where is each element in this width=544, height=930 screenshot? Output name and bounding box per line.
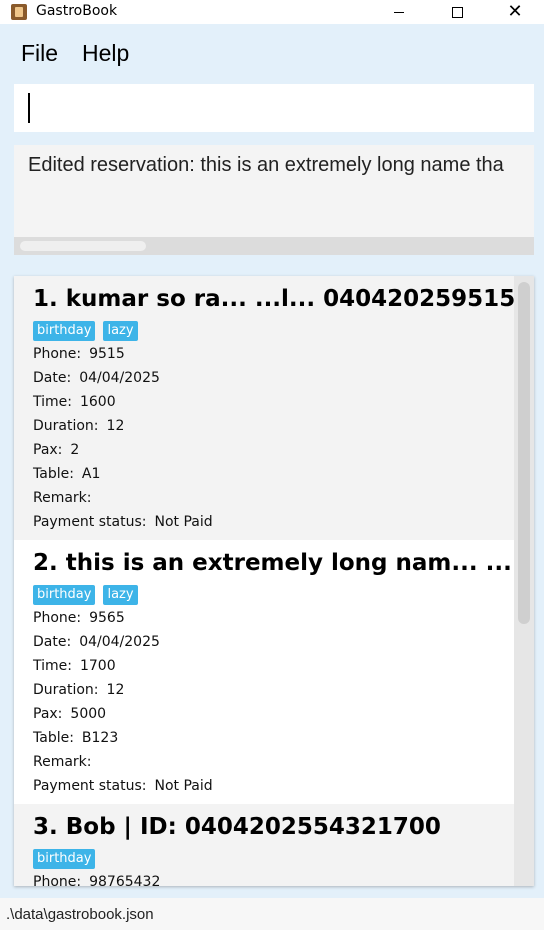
phone-field: Phone: 9565 — [33, 610, 125, 626]
pax-label: Pax: — [33, 442, 63, 458]
date-value: 04/04/2025 — [79, 370, 160, 386]
tag: birthday — [33, 585, 96, 605]
data-file-path: .\data\gastrobook.json — [6, 906, 154, 923]
title-bar: GastroBook ✕ — [0, 0, 544, 24]
close-icon: ✕ — [507, 1, 523, 22]
result-horizontal-scrollbar[interactable] — [14, 237, 534, 255]
phone-value: 9565 — [89, 610, 125, 626]
minimize-icon — [394, 11, 404, 13]
menu-file[interactable]: File — [21, 40, 58, 67]
phone-label: Phone: — [33, 874, 82, 886]
remark-label: Remark: — [33, 490, 92, 506]
list-vertical-scrollbar[interactable] — [514, 276, 534, 886]
duration-label: Duration: — [33, 418, 99, 434]
phone-label: Phone: — [33, 346, 82, 362]
reservation-card[interactable]: 1. kumar so ra... ...l... 0404202595151.… — [14, 276, 514, 540]
minimize-button[interactable] — [370, 0, 428, 24]
maximize-icon — [451, 6, 463, 18]
duration-value: 12 — [106, 418, 125, 434]
maximize-button[interactable] — [428, 0, 486, 24]
date-value: 04/04/2025 — [79, 634, 160, 650]
payment-status-label: Payment status: — [33, 514, 147, 530]
time-label: Time: — [33, 394, 72, 410]
payment-status-field: Payment status: Not Paid — [33, 514, 213, 530]
table-field: Table: A1 — [33, 466, 100, 482]
window-title: GastroBook — [36, 3, 118, 19]
date-field: Date: 04/04/2025 — [33, 634, 160, 650]
app-icon — [11, 4, 27, 20]
duration-value: 12 — [106, 682, 125, 698]
table-label: Table: — [33, 466, 74, 482]
date-field: Date: 04/04/2025 — [33, 370, 160, 386]
command-input[interactable] — [14, 84, 534, 132]
remark-field: Remark: — [33, 490, 100, 506]
time-field: Time: 1700 — [33, 658, 116, 674]
menu-help[interactable]: Help — [82, 40, 129, 67]
phone-field: Phone: 9515 — [33, 346, 125, 362]
table-field: Table: B123 — [33, 730, 118, 746]
date-label: Date: — [33, 634, 72, 650]
time-field: Time: 1600 — [33, 394, 116, 410]
duration-field: Duration: 12 — [33, 418, 124, 434]
status-bar: .\data\gastrobook.json — [0, 898, 544, 930]
text-caret — [28, 93, 30, 123]
pax-value: 2 — [70, 442, 80, 458]
duration-field: Duration: 12 — [33, 682, 124, 698]
table-label: Table: — [33, 730, 74, 746]
remark-label: Remark: — [33, 754, 92, 770]
payment-status-value: Not Paid — [154, 514, 213, 530]
tag-list: birthday — [33, 849, 96, 869]
payment-status-value: Not Paid — [154, 778, 213, 794]
phone-value: 98765432 — [89, 874, 161, 886]
list-scroll-thumb[interactable] — [518, 282, 530, 624]
tag-list: birthday lazy — [33, 321, 138, 341]
tag: birthday — [33, 321, 96, 341]
time-value: 1600 — [79, 394, 116, 410]
time-value: 1700 — [79, 658, 116, 674]
reservation-list: 1. kumar so ra... ...l... 0404202595151.… — [14, 276, 534, 886]
reservation-card[interactable]: 2. this is an extremely long nam... ....… — [14, 540, 514, 804]
remark-field: Remark: — [33, 754, 100, 770]
tag-list: birthday lazy — [33, 585, 138, 605]
date-label: Date: — [33, 370, 72, 386]
pax-field: Pax: 5000 — [33, 706, 106, 722]
payment-status-label: Payment status: — [33, 778, 147, 794]
reservation-title: 3. Bob | ID: 0404202554321700 — [33, 814, 441, 840]
phone-value: 9515 — [89, 346, 125, 362]
table-value: B123 — [81, 730, 119, 746]
duration-label: Duration: — [33, 682, 99, 698]
pax-label: Pax: — [33, 706, 63, 722]
time-label: Time: — [33, 658, 72, 674]
phone-field: Phone: 98765432 — [33, 874, 160, 886]
tag: lazy — [103, 321, 138, 341]
reservation-title: 2. this is an extremely long nam... ....… — [33, 550, 514, 576]
reservation-card[interactable]: 3. Bob | ID: 0404202554321700 birthday P… — [14, 804, 514, 886]
close-button[interactable]: ✕ — [486, 0, 544, 24]
reservation-title: 1. kumar so ra... ...l... 0404202595151.… — [33, 286, 514, 312]
menu-bar: File Help — [0, 30, 544, 80]
tag: lazy — [103, 585, 138, 605]
tag: birthday — [33, 849, 96, 869]
table-value: A1 — [81, 466, 101, 482]
pax-field: Pax: 2 — [33, 442, 79, 458]
result-scroll-thumb[interactable] — [20, 241, 146, 251]
pax-value: 5000 — [70, 706, 107, 722]
result-text: Edited reservation: this is an extremely… — [28, 154, 504, 176]
result-display: Edited reservation: this is an extremely… — [14, 145, 534, 255]
payment-status-field: Payment status: Not Paid — [33, 778, 213, 794]
phone-label: Phone: — [33, 610, 82, 626]
